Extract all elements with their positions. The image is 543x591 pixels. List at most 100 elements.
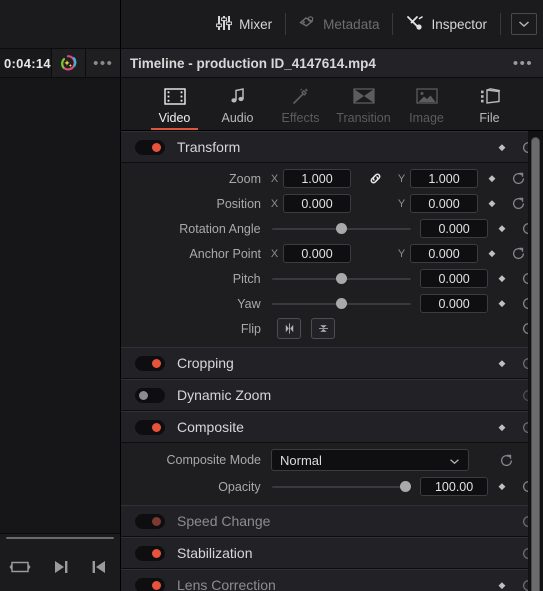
tab-transition[interactable]: Transition	[332, 85, 395, 130]
keyframe-diamond-icon[interactable]: ◆	[491, 142, 513, 153]
next-frame-button[interactable]	[52, 559, 70, 575]
section-header-cropping[interactable]: Cropping ◆	[121, 347, 543, 379]
param-row-rotation-angle: Rotation Angle 0.000 ◆	[121, 216, 543, 241]
param-row-position: Position X 0.000 Y 0.000 ◆	[121, 191, 543, 216]
lens-correction-toggle[interactable]	[135, 577, 165, 591]
keyframe-diamond-icon[interactable]: ◆	[491, 481, 513, 492]
metadata-button[interactable]: Metadata	[286, 9, 392, 39]
composite-mode-reset-button[interactable]	[491, 453, 521, 468]
flip-horizontal-icon[interactable]	[277, 318, 301, 339]
mixer-icon	[216, 15, 233, 34]
zoom-y-input[interactable]: 1.000	[410, 169, 478, 188]
timeline-header: Timeline - production ID_4147614.mp4 •••	[121, 48, 543, 78]
composite-mode-select[interactable]: Normal	[271, 449, 469, 471]
section-header-transform[interactable]: Transform ◆	[121, 131, 543, 163]
speed-change-toggle[interactable]	[135, 513, 165, 529]
effects-icon	[292, 85, 310, 107]
keyframe-diamond-icon[interactable]: ◆	[491, 273, 513, 284]
tab-file[interactable]: File	[458, 85, 521, 130]
zoom-x-axis: X	[270, 172, 279, 185]
cropping-toggle[interactable]	[135, 355, 165, 371]
pitch-slider[interactable]	[271, 269, 412, 288]
flip-keyframe-spacer: ◆	[491, 323, 513, 334]
loop-range-button[interactable]	[8, 559, 32, 575]
zoom-x-input[interactable]: 1.000	[283, 169, 351, 188]
composite-toggle[interactable]	[135, 419, 165, 435]
param-row-zoom: Zoom X 1.000 Y 1.000 ◆	[121, 166, 543, 191]
prev-frame-button[interactable]	[90, 559, 108, 575]
position-y-input[interactable]: 0.000	[410, 194, 478, 213]
inspector-label: Inspector	[431, 16, 487, 32]
link-icon[interactable]	[354, 171, 396, 186]
opacity-slider[interactable]	[271, 477, 412, 496]
scrubber-track[interactable]	[0, 534, 120, 542]
audio-icon	[229, 85, 247, 107]
section-header-composite[interactable]: Composite ◆	[121, 411, 543, 443]
composite-mode-value: Normal	[280, 452, 322, 468]
zoom-y-axis: Y	[397, 172, 406, 185]
keyframe-diamond-icon[interactable]: ◆	[491, 580, 513, 591]
speed-change-keyframe-spacer: ◆	[491, 516, 513, 527]
anchor-y-axis: Y	[397, 247, 406, 260]
timeline-options-button[interactable]: •••	[503, 55, 543, 72]
viewer-canvas	[0, 78, 120, 533]
yaw-slider[interactable]	[271, 294, 412, 313]
param-row-flip: Flip	[121, 316, 543, 341]
transform-title: Transform	[177, 139, 241, 155]
section-header-stabilization[interactable]: Stabilization ◆	[121, 537, 543, 569]
dynamic-zoom-title: Dynamic Zoom	[177, 387, 272, 403]
scrollbar-thumb[interactable]	[531, 137, 540, 591]
composite-mode-label: Composite Mode	[166, 453, 262, 467]
stabilization-keyframe-spacer: ◆	[491, 548, 513, 559]
position-x-axis: X	[270, 197, 279, 210]
anchor-x-input[interactable]: 0.000	[283, 244, 351, 263]
tab-video-label: Video	[158, 111, 191, 125]
mixer-label: Mixer	[239, 16, 273, 32]
keyframe-diamond-icon[interactable]: ◆	[481, 198, 503, 209]
composite-title: Composite	[177, 419, 244, 435]
zoom-label: Zoom	[229, 171, 261, 186]
keyframe-diamond-icon[interactable]: ◆	[491, 223, 513, 234]
viewer-top-spacer	[0, 0, 120, 48]
timeline-title: Timeline - production ID_4147614.mp4	[130, 55, 376, 71]
section-header-dynamic-zoom[interactable]: Dynamic Zoom ◆	[121, 379, 543, 411]
rotation-angle-input[interactable]: 0.000	[420, 219, 488, 238]
inspector-scroll-area: Transform ◆ Zoom X 1.000 Y 1.000 ◆ Posit…	[121, 130, 543, 591]
viewer-left-column: 0:04:14 •••	[0, 0, 121, 591]
mixer-button[interactable]: Mixer	[203, 9, 285, 39]
keyframe-diamond-icon[interactable]: ◆	[481, 173, 503, 184]
keyframe-diamond-icon[interactable]: ◆	[491, 422, 513, 433]
color-magic-icon[interactable]	[50, 49, 86, 77]
tab-video[interactable]: Video	[143, 85, 206, 130]
timecode-display: 0:04:14	[0, 49, 51, 77]
tab-effects[interactable]: Effects	[269, 85, 332, 130]
keyframe-diamond-icon[interactable]: ◆	[491, 358, 513, 369]
toolbar-divider	[500, 13, 501, 35]
flip-vertical-icon[interactable]	[311, 318, 335, 339]
keyframe-diamond-icon[interactable]: ◆	[481, 248, 503, 259]
yaw-input[interactable]: 0.000	[420, 294, 488, 313]
tab-image[interactable]: Image	[395, 85, 458, 130]
transform-toggle[interactable]	[135, 139, 165, 155]
keyframe-diamond-icon[interactable]: ◆	[491, 298, 513, 309]
stabilization-toggle[interactable]	[135, 545, 165, 561]
pitch-input[interactable]: 0.000	[420, 269, 488, 288]
position-x-input[interactable]: 0.000	[283, 194, 351, 213]
rotation-angle-slider[interactable]	[271, 219, 412, 238]
dynamic-zoom-toggle[interactable]	[135, 387, 165, 403]
transition-icon	[352, 85, 375, 107]
section-header-speed-change[interactable]: Speed Change ◆	[121, 505, 543, 537]
viewer-options-button[interactable]: •••	[85, 49, 120, 77]
section-header-lens-correction[interactable]: Lens Correction ◆	[121, 569, 543, 591]
param-row-yaw: Yaw 0.000 ◆	[121, 291, 543, 316]
opacity-input[interactable]: 100.00	[420, 477, 488, 496]
inspector-button[interactable]: Inspector	[393, 9, 500, 39]
tab-audio[interactable]: Audio	[206, 85, 269, 130]
param-row-opacity: Opacity 100.00 ◆	[121, 474, 543, 499]
tab-audio-label: Audio	[221, 111, 254, 125]
anchor-y-input[interactable]: 0.000	[410, 244, 478, 263]
chevron-down-icon[interactable]	[511, 13, 537, 35]
param-row-composite-mode: Composite Mode Normal ◆	[121, 446, 543, 474]
inspector-window: 0:04:14 ••• Mixer Metadata Inspector Tim…	[0, 0, 543, 591]
composite-params: Composite Mode Normal ◆	[121, 443, 543, 505]
